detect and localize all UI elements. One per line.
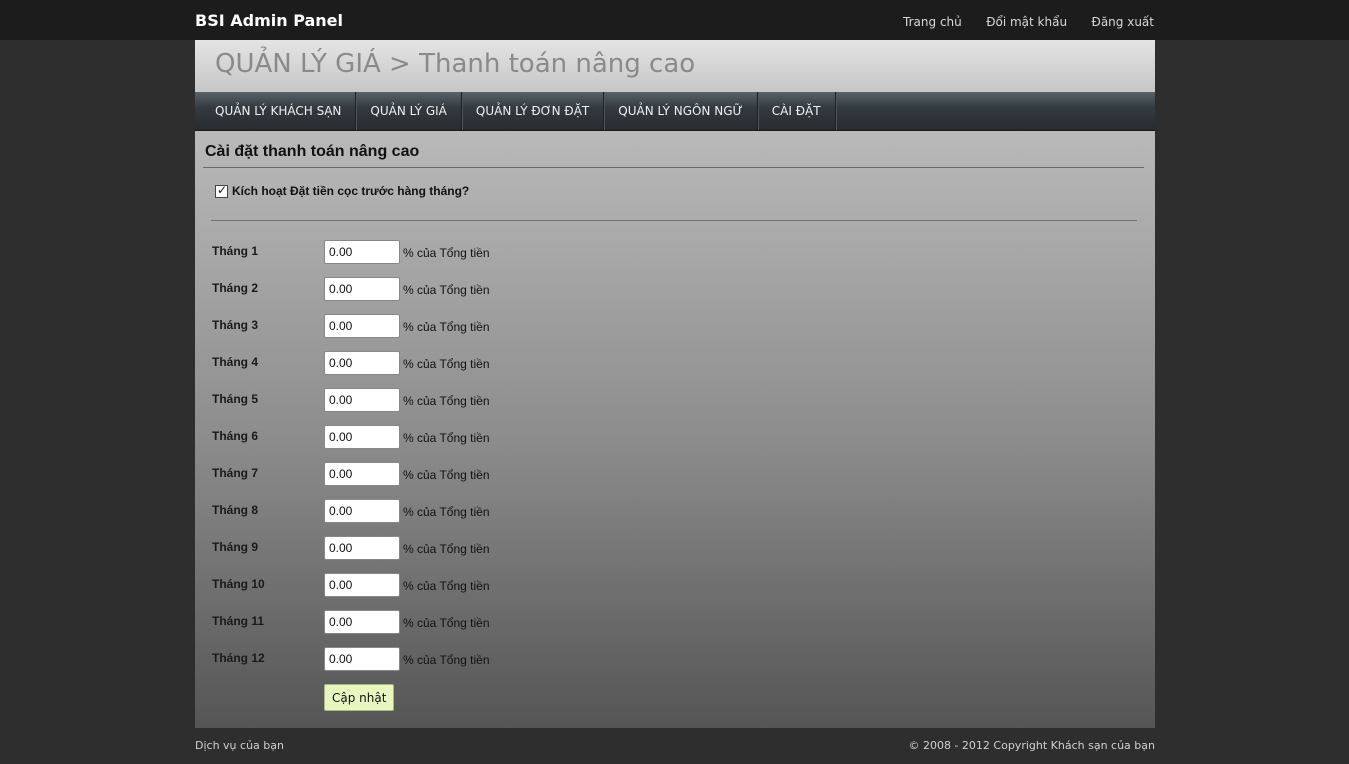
month-suffix: % của Tổng tiền (403, 542, 490, 556)
month-label: Tháng 7 (212, 466, 259, 480)
month-label: Tháng 8 (212, 503, 259, 517)
month-percent-input[interactable] (324, 240, 400, 264)
month-label: Tháng 12 (212, 651, 265, 665)
check-mark-icon: ✓ (217, 182, 228, 197)
month-label: Tháng 11 (212, 614, 265, 628)
month-percent-input[interactable] (324, 351, 400, 375)
month-suffix: % của Tổng tiền (403, 653, 490, 667)
page-header: QUẢN LÝ GIÁ > Thanh toán nâng cao (195, 40, 1155, 92)
month-label: Tháng 5 (212, 392, 259, 406)
section-divider (203, 167, 1144, 168)
month-label: Tháng 3 (212, 318, 259, 332)
month-percent-input[interactable] (324, 610, 400, 634)
page-title: QUẢN LÝ GIÁ > Thanh toán nâng cao (215, 49, 696, 79)
logout-link[interactable]: Đăng xuất (1092, 15, 1154, 29)
month-percent-input[interactable] (324, 388, 400, 412)
month-percent-input[interactable] (324, 499, 400, 523)
nav-item-language[interactable]: QUẢN LÝ NGÔN NGỮ (604, 92, 758, 130)
home-link[interactable]: Trang chủ (903, 15, 962, 29)
month-suffix: % của Tổng tiền (403, 394, 490, 408)
nav-item-orders[interactable]: QUẢN LÝ ĐƠN ĐẶT (462, 92, 605, 130)
change-password-link[interactable]: Đổi mật khẩu (986, 15, 1067, 29)
month-label: Tháng 9 (212, 540, 259, 554)
month-percent-input[interactable] (324, 573, 400, 597)
month-suffix: % của Tổng tiền (403, 579, 490, 593)
month-label: Tháng 6 (212, 429, 259, 443)
monthly-deposit-checkbox[interactable]: ✓ (215, 182, 228, 198)
footer-copyright: © 2008 - 2012 Copyright Khách sạn của bạ… (908, 739, 1155, 752)
form-divider (211, 220, 1137, 221)
month-label: Tháng 2 (212, 281, 259, 295)
nav-item-price[interactable]: QUẢN LÝ GIÁ (356, 92, 462, 130)
footer-left-text: Dịch vụ của bạn (195, 739, 284, 752)
month-suffix: % của Tổng tiền (403, 246, 490, 260)
month-percent-input[interactable] (324, 536, 400, 560)
top-links: Trang chủ Đổi mật khẩu Đăng xuất (883, 13, 1154, 31)
main-nav: QUẢN LÝ KHÁCH SẠN QUẢN LÝ GIÁ QUẢN LÝ ĐƠ… (195, 92, 1155, 131)
month-suffix: % của Tổng tiền (403, 431, 490, 445)
checkbox-label: Kích hoạt Đặt tiền cọc trước hàng tháng? (232, 184, 470, 198)
brand-logo[interactable]: BSI Admin Panel (195, 11, 343, 30)
month-label: Tháng 10 (212, 577, 265, 591)
nav-item-settings[interactable]: CÀI ĐẶT (758, 92, 836, 130)
month-percent-input[interactable] (324, 277, 400, 301)
month-suffix: % của Tổng tiền (403, 505, 490, 519)
main-container: QUẢN LÝ GIÁ > Thanh toán nâng cao QUẢN L… (195, 40, 1155, 728)
section-title: Cài đặt thanh toán nâng cao (205, 143, 420, 160)
month-percent-input[interactable] (324, 314, 400, 338)
month-label: Tháng 4 (212, 355, 259, 369)
month-suffix: % của Tổng tiền (403, 616, 490, 630)
month-suffix: % của Tổng tiền (403, 283, 490, 297)
monthly-deposit-checkbox-row: ✓ Kích hoạt Đặt tiền cọc trước hàng thán… (215, 182, 470, 198)
month-percent-input[interactable] (324, 425, 400, 449)
month-label: Tháng 1 (212, 244, 259, 258)
month-percent-input[interactable] (324, 647, 400, 671)
month-percent-input[interactable] (324, 462, 400, 486)
update-button[interactable]: Cập nhật (324, 684, 395, 711)
nav-item-hotel[interactable]: QUẢN LÝ KHÁCH SẠN (195, 92, 357, 130)
month-suffix: % của Tổng tiền (403, 320, 490, 334)
month-suffix: % của Tổng tiền (403, 468, 490, 482)
month-suffix: % của Tổng tiền (403, 357, 490, 371)
top-bar: BSI Admin Panel Trang chủ Đổi mật khẩu Đ… (0, 0, 1349, 40)
